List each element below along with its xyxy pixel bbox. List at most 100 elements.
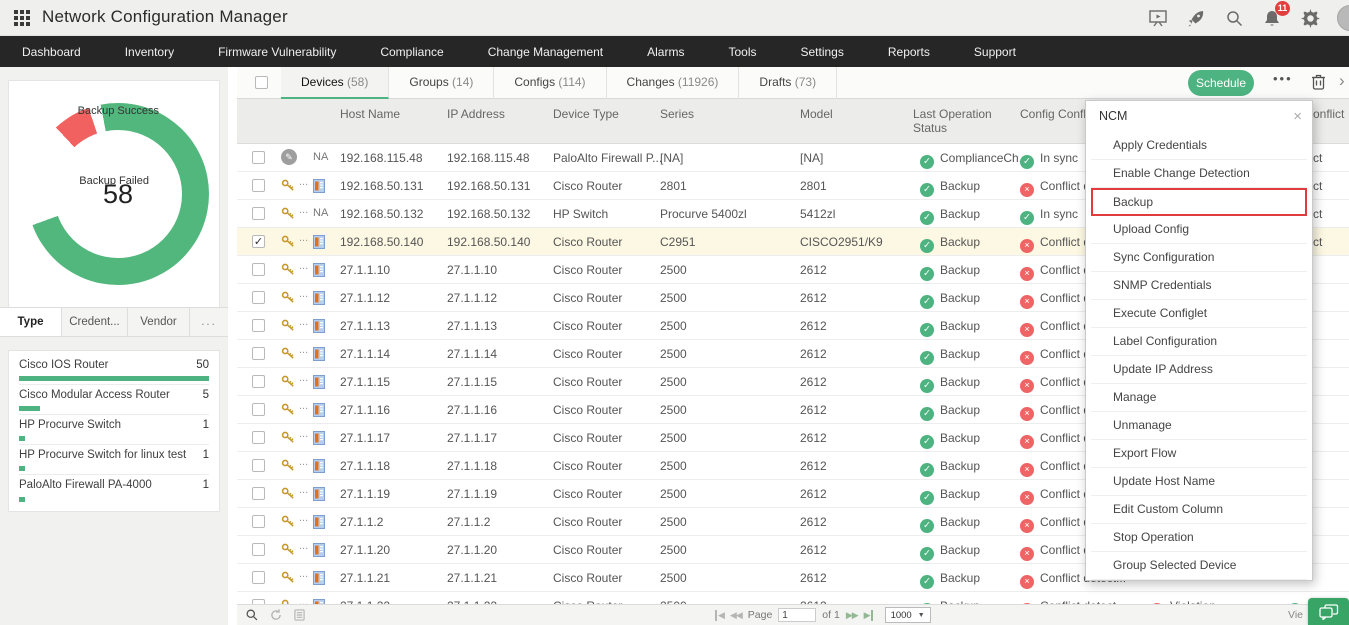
menu-item-apply-credentials[interactable]: Apply Credentials — [1091, 132, 1307, 160]
next-page-icon[interactable]: ▶▶ — [846, 610, 858, 621]
menu-item-enable-change-detection[interactable]: Enable Change Detection — [1091, 160, 1307, 188]
menu-item-unmanage[interactable]: Unmanage — [1091, 412, 1307, 440]
menu-item-manage[interactable]: Manage — [1091, 384, 1307, 412]
column-header-host-name[interactable]: Host Name — [340, 107, 440, 121]
prev-page-icon[interactable]: ◀◀ — [730, 610, 742, 621]
close-icon[interactable]: × — [1293, 101, 1302, 132]
table-search-icon[interactable] — [245, 608, 258, 625]
nav-item-tools[interactable]: Tools — [728, 45, 756, 59]
menu-item-label-configuration[interactable]: Label Configuration — [1091, 328, 1307, 356]
app-launcher-icon[interactable] — [14, 10, 30, 26]
menu-item-stop-operation[interactable]: Stop Operation — [1091, 524, 1307, 552]
sidebar-tab-credent[interactable]: Credent... — [62, 308, 128, 336]
row-checkbox[interactable] — [252, 347, 265, 360]
config-doc-icon — [313, 431, 325, 449]
menu-item-edit-custom-column[interactable]: Edit Custom Column — [1091, 496, 1307, 524]
table-row[interactable]: ...27.1.1.2227.1.1.22Cisco Router2500261… — [237, 592, 1349, 604]
row-checkbox[interactable]: ✓ — [252, 235, 265, 248]
device-type-name: Cisco Modular Access Router — [19, 389, 170, 401]
last-operation-status-cell: ✓ComplianceCh... — [920, 144, 1025, 172]
tab-drafts[interactable]: Drafts (73) — [739, 67, 837, 99]
page-input[interactable] — [778, 608, 816, 622]
row-checkbox[interactable] — [252, 571, 265, 584]
tab-groups[interactable]: Groups (14) — [389, 67, 494, 99]
row-checkbox[interactable] — [252, 291, 265, 304]
row-checkbox[interactable] — [252, 375, 265, 388]
avatar[interactable] — [1337, 5, 1349, 31]
presentation-icon[interactable] — [1147, 7, 1169, 29]
status-ok-icon: ✓ — [920, 407, 934, 421]
row-checkbox[interactable] — [252, 403, 265, 416]
device-type-row[interactable]: HP Procurve Switch for linux test1 — [19, 445, 209, 475]
tab-devices[interactable]: Devices (58) — [281, 67, 389, 99]
menu-item-execute-configlet[interactable]: Execute Configlet — [1091, 300, 1307, 328]
last-page-icon[interactable]: ▶ — [864, 610, 873, 621]
device-type-list-card: Cisco IOS Router50Cisco Modular Access R… — [8, 350, 220, 512]
tab-configs[interactable]: Configs (114) — [494, 67, 606, 99]
row-checkbox[interactable] — [252, 207, 265, 220]
row-checkbox[interactable] — [252, 459, 265, 472]
nav-item-support[interactable]: Support — [974, 45, 1016, 59]
select-all-checkbox[interactable] — [255, 76, 268, 89]
model-cell: 2612 — [800, 564, 908, 592]
status-error-icon: × — [1020, 323, 1034, 337]
status-error-icon: × — [1020, 295, 1034, 309]
row-checkbox[interactable] — [252, 487, 265, 500]
host-name-cell: 27.1.1.21 — [340, 564, 440, 592]
row-checkbox[interactable] — [252, 179, 265, 192]
gear-icon[interactable] — [1299, 7, 1321, 29]
menu-item-snmp-credentials[interactable]: SNMP Credentials — [1091, 272, 1307, 300]
sidebar-tab-vendor[interactable]: Vendor — [128, 308, 190, 336]
menu-item-group-selected-device[interactable]: Group Selected Device — [1091, 552, 1307, 580]
menu-item-export-flow[interactable]: Export Flow — [1091, 440, 1307, 468]
status-error-icon: × — [1020, 239, 1034, 253]
last-operation-status-cell: ✓Backup — [920, 340, 1025, 368]
menu-item-upload-config[interactable]: Upload Config — [1091, 216, 1307, 244]
first-page-icon[interactable]: ◀ — [715, 610, 724, 621]
nav-item-change-management[interactable]: Change Management — [488, 45, 603, 59]
menu-item-update-ip-address[interactable]: Update IP Address — [1091, 356, 1307, 384]
nav-item-inventory[interactable]: Inventory — [125, 45, 174, 59]
column-header-ip-address[interactable]: IP Address — [447, 107, 547, 121]
nav-item-firmware-vulnerability[interactable]: Firmware Vulnerability — [218, 45, 336, 59]
menu-item-update-host-name[interactable]: Update Host Name — [1091, 468, 1307, 496]
column-header-device-type[interactable]: Device Type — [553, 107, 663, 121]
row-checkbox[interactable] — [252, 263, 265, 276]
scroll-right-icon[interactable]: › — [1339, 71, 1345, 91]
tab-changes[interactable]: Changes (11926) — [607, 67, 740, 99]
status-error-icon: × — [1020, 435, 1034, 449]
refresh-icon[interactable] — [270, 608, 282, 625]
export-icon[interactable] — [294, 608, 305, 625]
nav-item-reports[interactable]: Reports — [888, 45, 930, 59]
column-header-last-operation-status[interactable]: Last Operation Status — [913, 107, 999, 135]
live-chat-button[interactable] — [1308, 598, 1349, 625]
column-header-model[interactable]: Model — [800, 107, 908, 121]
nav-item-alarms[interactable]: Alarms — [647, 45, 684, 59]
row-checkbox[interactable] — [252, 151, 265, 164]
search-icon[interactable] — [1223, 7, 1245, 29]
device-type-row[interactable]: Cisco Modular Access Router5 — [19, 385, 209, 415]
nav-item-settings[interactable]: Settings — [801, 45, 844, 59]
ip-address-cell: 27.1.1.21 — [447, 564, 547, 592]
device-type-row[interactable]: HP Procurve Switch1 — [19, 415, 209, 445]
device-type-row[interactable]: PaloAlto Firewall PA-40001 — [19, 475, 209, 505]
nav-item-dashboard[interactable]: Dashboard — [22, 45, 81, 59]
row-checkbox[interactable] — [252, 515, 265, 528]
sidebar-tabs-more-icon[interactable]: ... — [190, 308, 228, 336]
menu-item-backup[interactable]: Backup — [1091, 188, 1307, 216]
row-checkbox[interactable] — [252, 543, 265, 556]
sidebar-tab-type[interactable]: Type — [0, 308, 62, 336]
device-type-row[interactable]: Cisco IOS Router50 — [19, 355, 209, 385]
rocket-icon[interactable] — [1185, 7, 1207, 29]
host-name-cell: 27.1.1.17 — [340, 424, 440, 452]
schedule-button[interactable]: Schedule — [1188, 70, 1254, 96]
row-checkbox[interactable] — [252, 431, 265, 444]
nav-item-compliance[interactable]: Compliance — [380, 45, 443, 59]
bell-icon[interactable]: 11 — [1261, 7, 1283, 29]
more-actions-icon[interactable]: ••• — [1273, 71, 1293, 86]
page-size-select[interactable]: 1000 ▼ — [885, 607, 931, 623]
column-header-series[interactable]: Series — [660, 107, 790, 121]
delete-icon[interactable] — [1311, 73, 1326, 95]
menu-item-sync-configuration[interactable]: Sync Configuration — [1091, 244, 1307, 272]
row-checkbox[interactable] — [252, 319, 265, 332]
